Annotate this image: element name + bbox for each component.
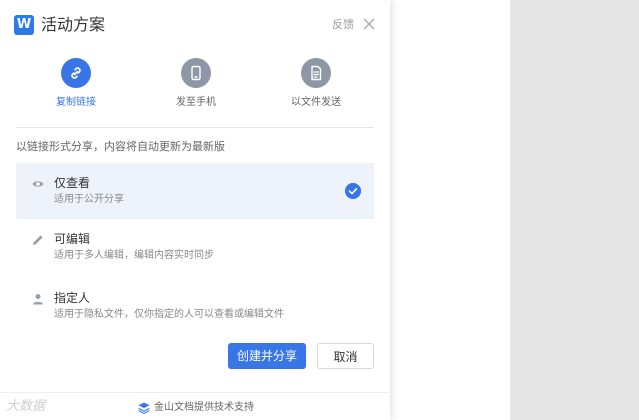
- check-icon: [345, 183, 361, 199]
- feedback-link[interactable]: 反馈: [332, 17, 354, 33]
- option-title: 指定人: [54, 291, 91, 305]
- option-description: 适用于多人编辑，编辑内容实时同步: [54, 250, 214, 261]
- tab-copy-link[interactable]: 复制链接: [26, 58, 126, 110]
- wps-logo-icon: W: [14, 15, 34, 35]
- option-description: 适用于隐私文件，仅你指定的人可以查看或编辑文件: [54, 309, 284, 320]
- kingsoft-docs-icon: [138, 402, 150, 414]
- panel-header: W 活动方案 反馈: [14, 14, 376, 36]
- tab-send-as-file-label: 以文件发送: [291, 97, 341, 108]
- create-and-share-button[interactable]: 创建并分享: [228, 343, 306, 369]
- screen: W 活动方案 反馈 复制链接 发至手机 以文件发送 以链接形式分享，内容将自动更…: [0, 0, 639, 420]
- eye-icon: [32, 181, 44, 187]
- permission-option-specified-people[interactable]: 指定人 适用于隐私文件，仅你指定的人可以查看或编辑文件: [16, 278, 374, 334]
- share-method-tabs: 复制链接 发至手机 以文件发送: [16, 58, 374, 128]
- pencil-icon: [33, 235, 43, 245]
- permission-option-editable[interactable]: 可编辑 适用于多人编辑，编辑内容实时同步: [16, 219, 374, 275]
- person-icon: [33, 294, 43, 305]
- close-icon[interactable]: [362, 17, 376, 31]
- cancel-button[interactable]: 取消: [317, 343, 374, 369]
- tab-send-to-phone-label: 发至手机: [176, 97, 216, 108]
- option-description: 适用于公开分享: [54, 194, 124, 205]
- option-title: 仅查看: [54, 176, 91, 190]
- divider: [16, 127, 374, 128]
- tab-send-as-file[interactable]: 以文件发送: [266, 58, 366, 110]
- footer-divider: [0, 392, 390, 393]
- footer-credit-text: 金山文档提供技术支持: [154, 402, 254, 413]
- file-icon: [301, 58, 331, 88]
- document-title: 活动方案: [41, 15, 106, 34]
- background-area: [510, 0, 639, 420]
- option-title: 可编辑: [54, 232, 91, 246]
- share-panel: W 活动方案 反馈 复制链接 发至手机 以文件发送 以链接形式分享，内容将自动更…: [0, 0, 390, 420]
- link-icon: [61, 58, 91, 88]
- share-hint: 以链接形式分享，内容将自动更新为最新版: [16, 140, 225, 153]
- permission-option-view-only[interactable]: 仅查看 适用于公开分享: [16, 163, 374, 219]
- tab-send-to-phone[interactable]: 发至手机: [146, 58, 246, 110]
- phone-icon: [181, 58, 211, 88]
- watermark-text: 大数据: [6, 399, 46, 414]
- tab-copy-link-label: 复制链接: [56, 97, 96, 108]
